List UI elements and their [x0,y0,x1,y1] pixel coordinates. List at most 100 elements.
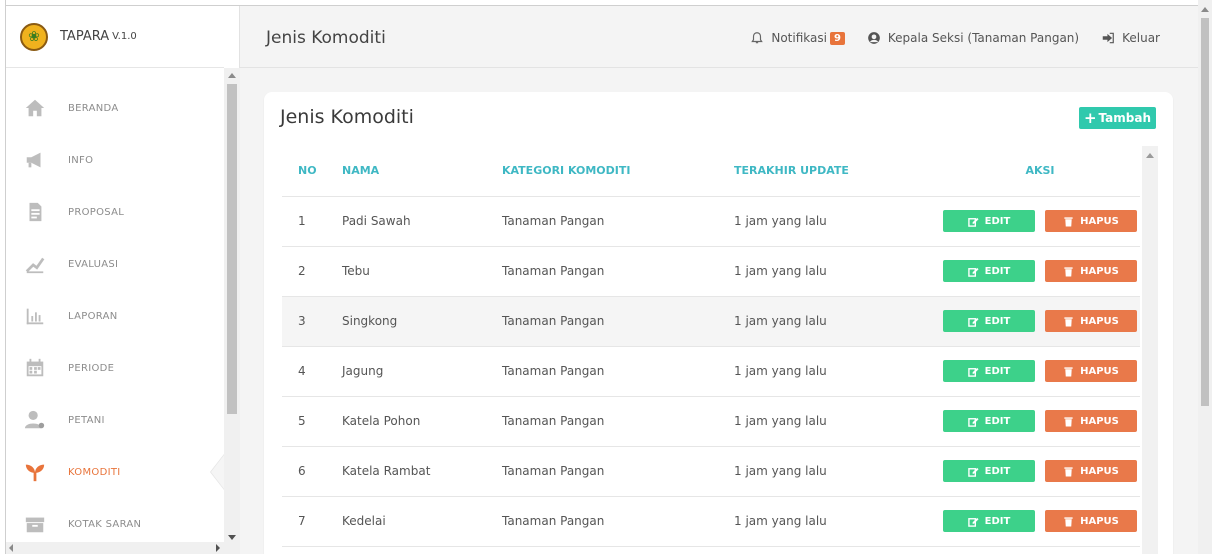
add-button[interactable]: + Tambah [1078,107,1156,129]
cell-no: 4 [282,346,342,397]
delete-button[interactable]: HAPUS [1045,360,1137,382]
cell-kategori: Tanaman Pangan [502,496,734,547]
top-bar: Jenis Komoditi Notifikasi 9 Kepala Seksi… [240,6,1198,68]
cell-kategori: Tanaman Pangan [502,246,734,297]
active-indicator [210,454,224,490]
brand-logo: ❀ [20,22,48,51]
card-title: Jenis Komoditi [280,106,414,128]
table-row: 6 Katela Rambat Tanaman Pangan 1 jam yang l… [282,446,1140,497]
cell-no: 5 [282,396,342,447]
brand[interactable]: ❀ TAPARA V.1.0 [6,6,224,68]
brand-version: V.1.0 [112,31,137,42]
edit-button[interactable]: EDIT [943,260,1035,282]
edit-icon [967,417,979,427]
delete-button[interactable]: HAPUS [1045,260,1137,282]
scroll-up-arrow-icon[interactable] [228,73,236,78]
trash-icon [1064,216,1073,227]
edit-button[interactable]: EDIT [943,410,1035,432]
cell-kategori: Tanaman Pangan [502,446,734,497]
delete-button-label: HAPUS [1080,515,1119,527]
page-scrollbar[interactable] [1198,0,1212,554]
calendar-icon [24,357,46,379]
table-scrollbar[interactable] [1142,146,1158,554]
cell-no: 2 [282,246,342,297]
edit-icon [967,267,979,277]
delete-button-label: HAPUS [1080,465,1119,477]
user-icon [24,409,46,431]
trash-icon [1064,516,1073,527]
commodity-table: NO NAMA KATEGORI KOMODITI TERAKHIR UPDAT… [282,146,1140,547]
scroll-down-arrow-icon[interactable] [228,535,236,540]
cell-kategori: Tanaman Pangan [502,296,734,347]
sidebar-item-beranda[interactable]: BERANDA [6,82,224,134]
cell-nama: Tebu [342,246,502,297]
delete-button[interactable]: HAPUS [1045,460,1137,482]
edit-button-label: EDIT [984,315,1011,327]
sidebar-item-label: PERIODE [68,362,115,374]
user-menu[interactable]: Kepala Seksi (Tanaman Pangan) [867,31,1079,45]
sidebar-scrollbar-thumb[interactable] [227,84,237,414]
table-row: 5 Katela Pohon Tanaman Pangan 1 jam yang la… [282,396,1140,447]
page-scrollbar-thumb[interactable] [1201,18,1209,406]
cell-no: 7 [282,496,342,547]
sidebar-horizontal-scrollbar[interactable] [6,542,224,554]
top-actions: Notifikasi 9 Kepala Seksi (Tanaman Panga… [728,31,1160,45]
cell-aksi: EDIT HAPUS [940,196,1140,247]
cell-nama: Katela Pohon [342,396,502,447]
sidebar-item-label: PROPOSAL [68,206,125,218]
inbox-icon [24,513,46,535]
sidebar-item-evaluasi[interactable]: EVALUASI [6,238,224,290]
col-header-update: TERAKHIR UPDATE [734,146,940,197]
cell-kategori: Tanaman Pangan [502,196,734,247]
sidebar-item-label: LAPORAN [68,310,118,322]
sidebar-item-komoditi[interactable]: KOMODITI [6,446,224,498]
delete-button[interactable]: HAPUS [1045,210,1137,232]
notification-link[interactable]: Notifikasi 9 [750,31,845,45]
cell-kategori: Tanaman Pangan [502,396,734,447]
sidebar-item-periode[interactable]: PERIODE [6,342,224,394]
scroll-right-arrow-icon[interactable] [216,544,220,552]
edit-button[interactable]: EDIT [943,510,1035,532]
cell-update: 1 jam yang lalu [734,346,940,397]
sidebar-item-label: PETANI [68,414,105,426]
edit-button[interactable]: EDIT [943,360,1035,382]
edit-button-label: EDIT [984,265,1011,277]
col-header-kategori: KATEGORI KOMODITI [502,146,734,197]
scroll-left-arrow-icon[interactable] [9,544,13,552]
col-header-aksi: AKSI [940,146,1140,197]
trash-icon [1064,466,1073,477]
cell-nama: Padi Sawah [342,196,502,247]
edit-icon [967,467,979,477]
delete-button-label: HAPUS [1080,315,1119,327]
add-button-label: Tambah [1098,111,1151,125]
cell-no: 6 [282,446,342,497]
edit-button[interactable]: EDIT [943,210,1035,232]
scroll-up-arrow-icon[interactable] [1201,7,1209,12]
sidebar-item-proposal[interactable]: PROPOSAL [6,186,224,238]
cell-no: 1 [282,196,342,247]
edit-button[interactable]: EDIT [943,460,1035,482]
delete-button[interactable]: HAPUS [1045,310,1137,332]
delete-button[interactable]: HAPUS [1045,410,1137,432]
delete-button[interactable]: HAPUS [1045,510,1137,532]
sign-out-icon [1102,32,1114,44]
table-row: 3 Singkong Tanaman Pangan 1 jam yang lalu ED… [282,296,1140,347]
chart-line-icon [24,253,46,275]
sidebar-item-petani[interactable]: PETANI [6,394,224,446]
trash-icon [1064,366,1073,377]
edit-button-label: EDIT [984,215,1011,227]
edit-button[interactable]: EDIT [943,310,1035,332]
cell-aksi: EDIT HAPUS [940,296,1140,347]
col-header-no: NO [282,146,342,197]
sidebar-item-laporan[interactable]: LAPORAN [6,290,224,342]
commodity-card: Jenis Komoditi + Tambah NO NAMA KATEGORI… [264,92,1173,554]
sidebar-item-info[interactable]: INFO [6,134,224,186]
edit-button-label: EDIT [984,415,1011,427]
logout-link[interactable]: Keluar [1101,31,1160,45]
home-icon [24,97,46,119]
sidebar-scrollbar[interactable] [224,68,240,554]
scroll-up-arrow-icon[interactable] [1146,153,1154,158]
bell-icon [751,32,764,44]
sidebar-item-label: BERANDA [68,102,119,114]
cell-aksi: EDIT HAPUS [940,246,1140,297]
